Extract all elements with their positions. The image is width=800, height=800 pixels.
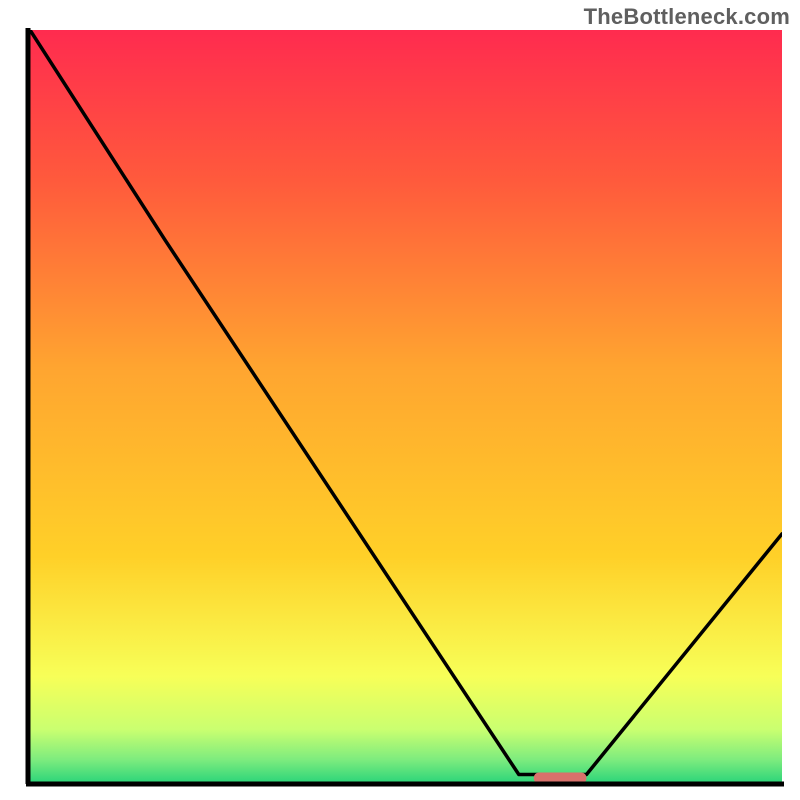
chart-svg — [0, 0, 800, 800]
chart-container: { "attribution": "TheBottleneck.com", "c… — [0, 0, 800, 800]
attribution-label: TheBottleneck.com — [584, 4, 790, 30]
gradient-background — [30, 30, 782, 782]
